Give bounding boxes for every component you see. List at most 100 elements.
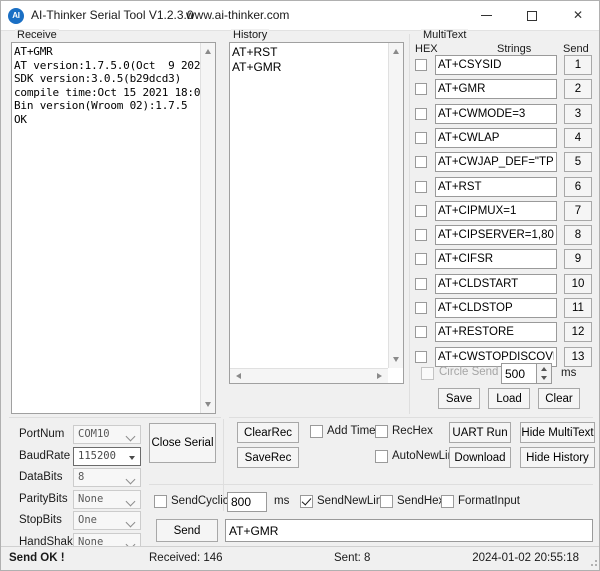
hex-checkbox[interactable] [415, 253, 427, 265]
command-input[interactable] [435, 152, 557, 172]
format-input-checkbox[interactable] [441, 495, 454, 508]
send-row-button[interactable]: 5 [564, 152, 592, 172]
setting-dropdown-portnum[interactable]: COM10 [73, 425, 141, 444]
scroll-left-icon[interactable] [236, 373, 241, 379]
send-input[interactable] [225, 519, 593, 542]
hex-checkbox[interactable] [415, 132, 427, 144]
hide-multitext-button[interactable]: Hide MultiText [520, 422, 595, 443]
send-row-button[interactable]: 8 [564, 225, 592, 245]
receive-textarea[interactable]: AT+GMR AT version:1.7.5.0(Oct 9 2021 09:… [11, 42, 216, 414]
auto-newline-checkbox[interactable] [375, 450, 388, 463]
command-input[interactable] [435, 274, 557, 294]
command-input[interactable] [435, 128, 557, 148]
send-row-button[interactable]: 10 [564, 274, 592, 294]
hide-history-button[interactable]: Hide History [520, 447, 595, 468]
hex-checkbox[interactable] [415, 302, 427, 314]
history-vertical-scrollbar[interactable] [388, 43, 403, 368]
hex-checkbox[interactable] [415, 156, 427, 168]
setting-dropdown-stopbits[interactable]: One [73, 511, 141, 530]
rec-hex-label: RecHex [392, 425, 433, 437]
scroll-up-icon[interactable] [393, 49, 399, 54]
hex-checkbox[interactable] [415, 181, 427, 193]
hex-checkbox[interactable] [415, 326, 427, 338]
close-serial-button[interactable]: Close Serial [149, 423, 216, 463]
history-textarea[interactable]: AT+RST AT+GMR [229, 42, 404, 384]
circle-send-interval-input[interactable] [501, 363, 537, 384]
hex-checkbox[interactable] [415, 278, 427, 290]
close-button[interactable]: ✕ [555, 1, 600, 30]
setting-dropdown-databits[interactable]: 8 [73, 468, 141, 487]
save-button[interactable]: Save [438, 388, 480, 409]
setting-label-databits: DataBits [19, 471, 62, 483]
send-cyclic-label: SendCyclic [171, 495, 229, 507]
circle-send-label: Circle Send [439, 366, 498, 378]
hex-checkbox[interactable] [415, 59, 427, 71]
clear-button[interactable]: Clear [538, 388, 580, 409]
circle-send-spinner[interactable] [537, 363, 552, 384]
download-button[interactable]: Download [449, 447, 511, 468]
setting-dropdown-paritybits[interactable]: None [73, 490, 141, 509]
command-input[interactable] [435, 225, 557, 245]
send-row-button[interactable]: 9 [564, 249, 592, 269]
setting-label-stopbits: StopBits [19, 514, 62, 526]
chevron-down-icon [126, 496, 136, 506]
resize-grip-icon[interactable] [587, 556, 598, 567]
settings-divider-left [9, 417, 221, 418]
format-input-label: FormatInput [458, 495, 520, 507]
setting-label-portnum: PortNum [19, 428, 64, 440]
scroll-down-icon[interactable] [393, 357, 399, 362]
send-row-button[interactable]: 2 [564, 79, 592, 99]
hex-checkbox[interactable] [415, 108, 427, 120]
command-input[interactable] [435, 298, 557, 318]
circle-send-checkbox[interactable] [421, 367, 434, 380]
window-subtitle-url: www.ai-thinker.com [186, 8, 289, 22]
send-row-button[interactable]: 1 [564, 55, 592, 75]
send-row-button[interactable]: 7 [564, 201, 592, 221]
send-row-button[interactable]: 13 [564, 347, 592, 367]
command-input[interactable] [435, 249, 557, 269]
send-button[interactable]: Send [156, 519, 218, 542]
load-button[interactable]: Load [488, 388, 530, 409]
send-interval-input[interactable] [227, 492, 267, 512]
setting-label-paritybits: ParityBits [19, 493, 68, 505]
command-input[interactable] [435, 177, 557, 197]
hex-checkbox[interactable] [415, 205, 427, 217]
clear-rec-button[interactable]: ClearRec [237, 422, 299, 443]
hex-checkbox[interactable] [415, 83, 427, 95]
command-input[interactable] [435, 79, 557, 99]
setting-value: One [78, 514, 97, 526]
scroll-down-icon[interactable] [205, 402, 211, 407]
add-time-checkbox[interactable] [310, 425, 323, 438]
spinner-up-icon[interactable] [541, 367, 547, 371]
send-interval-unit: ms [274, 495, 289, 507]
hex-checkbox[interactable] [415, 229, 427, 241]
history-horizontal-scrollbar[interactable] [230, 368, 388, 383]
minimize-button[interactable] [463, 1, 509, 30]
setting-dropdown-baudrate[interactable]: 115200 [73, 447, 141, 466]
chevron-down-icon [129, 456, 135, 460]
send-row-button[interactable]: 4 [564, 128, 592, 148]
command-input[interactable] [435, 322, 557, 342]
command-input[interactable] [435, 104, 557, 124]
spinner-down-icon[interactable] [541, 376, 547, 380]
uart-run-button[interactable]: UART Run [449, 422, 511, 443]
receive-vertical-scrollbar[interactable] [200, 43, 215, 413]
maximize-button[interactable] [509, 1, 555, 30]
send-row-button[interactable]: 3 [564, 104, 592, 124]
send-row-button[interactable]: 12 [564, 322, 592, 342]
setting-value: None [78, 493, 103, 505]
save-rec-button[interactable]: SaveRec [237, 447, 299, 468]
command-input[interactable] [435, 55, 557, 75]
send-row-button[interactable]: 11 [564, 298, 592, 318]
send-cyclic-checkbox[interactable] [154, 495, 167, 508]
scroll-right-icon[interactable] [377, 373, 382, 379]
send-hex-checkbox[interactable] [380, 495, 393, 508]
rec-hex-checkbox[interactable] [375, 425, 388, 438]
scroll-up-icon[interactable] [205, 49, 211, 54]
send-row-button[interactable]: 6 [564, 177, 592, 197]
send-newline-checkbox[interactable] [300, 495, 313, 508]
settings-divider-right [229, 417, 593, 418]
column-header-send: Send [563, 43, 589, 55]
hex-checkbox[interactable] [415, 351, 427, 363]
command-input[interactable] [435, 201, 557, 221]
